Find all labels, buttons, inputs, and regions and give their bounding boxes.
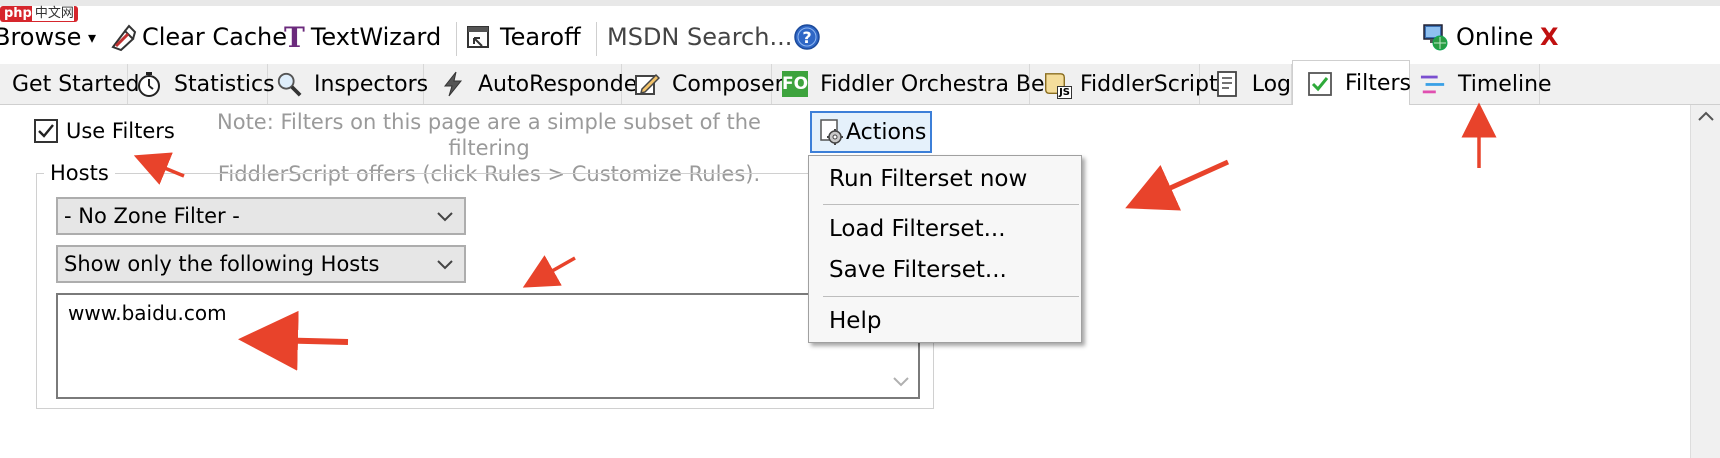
arrow-to-use-filters xyxy=(133,152,185,185)
annotation-arrows xyxy=(133,102,1497,371)
arrow-to-host-filter xyxy=(522,255,576,288)
arrow-to-run-filterset xyxy=(1125,159,1230,211)
arrow-to-hosts-text xyxy=(238,310,349,371)
